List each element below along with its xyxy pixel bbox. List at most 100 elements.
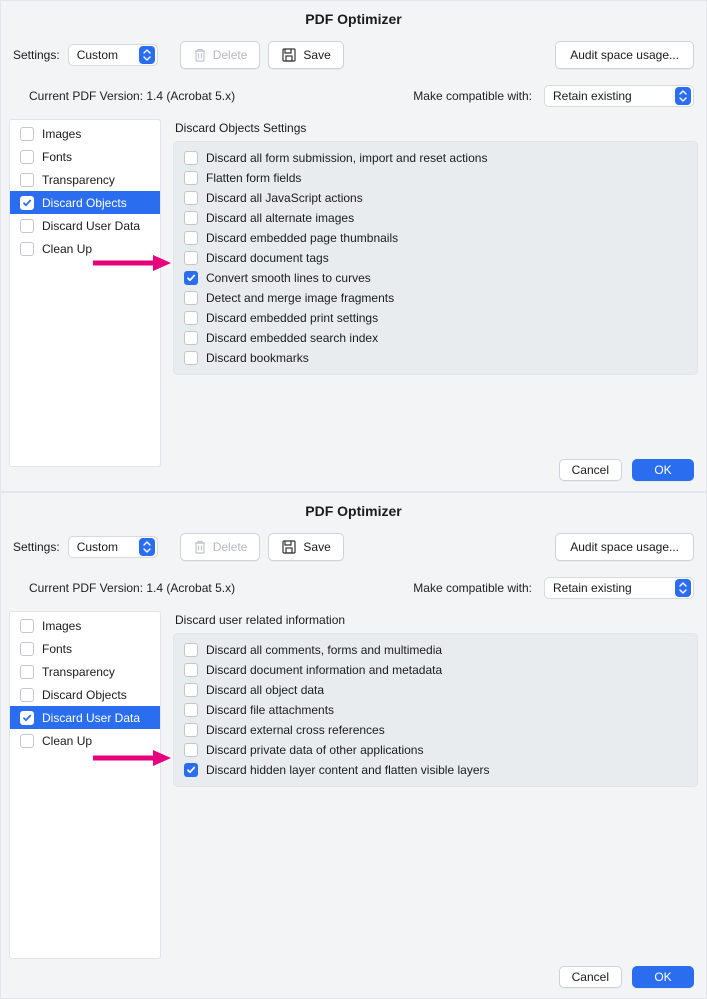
sidebar-item-checkbox[interactable] — [20, 665, 34, 679]
option-row[interactable]: Discard embedded search index — [182, 328, 689, 348]
settings-panel: Discard all comments, forms and multimed… — [173, 633, 698, 787]
option-checkbox[interactable] — [184, 763, 198, 777]
cancel-button[interactable]: Cancel — [559, 966, 622, 988]
settings-label: Settings: — [13, 48, 60, 62]
option-row[interactable]: Discard embedded page thumbnails — [182, 228, 689, 248]
cancel-button[interactable]: Cancel — [559, 459, 622, 481]
audit-space-usage-button[interactable]: Audit space usage... — [555, 41, 694, 69]
delete-button: Delete — [180, 41, 261, 69]
sidebar-item-discard-objects[interactable]: Discard Objects — [10, 683, 160, 706]
sidebar-item-checkbox[interactable] — [20, 642, 34, 656]
compat-select[interactable]: Retain existing — [544, 85, 694, 107]
option-checkbox[interactable] — [184, 231, 198, 245]
compat-label: Make compatible with: — [413, 89, 532, 103]
sidebar-item-discard-user-data[interactable]: Discard User Data — [10, 706, 160, 729]
option-checkbox[interactable] — [184, 151, 198, 165]
settings-select[interactable]: Custom — [68, 536, 158, 558]
sidebar-item-fonts[interactable]: Fonts — [10, 637, 160, 660]
option-row[interactable]: Convert smooth lines to curves — [182, 268, 689, 288]
option-checkbox[interactable] — [184, 171, 198, 185]
sidebar-item-clean-up[interactable]: Clean Up — [10, 729, 160, 752]
option-checkbox[interactable] — [184, 311, 198, 325]
topbar: Settings:CustomDeleteSaveAudit space usa… — [1, 533, 706, 571]
sidebar-item-checkbox[interactable] — [20, 734, 34, 748]
sidebar-item-images[interactable]: Images — [10, 614, 160, 637]
sidebar-item-checkbox[interactable] — [20, 688, 34, 702]
option-row[interactable]: Discard document tags — [182, 248, 689, 268]
dialog-title: PDF Optimizer — [1, 1, 706, 41]
option-checkbox[interactable] — [184, 211, 198, 225]
option-checkbox[interactable] — [184, 331, 198, 345]
option-row[interactable]: Discard all object data — [182, 680, 689, 700]
option-checkbox[interactable] — [184, 723, 198, 737]
sidebar-item-transparency[interactable]: Transparency — [10, 168, 160, 191]
option-checkbox[interactable] — [184, 663, 198, 677]
option-label: Discard hidden layer content and flatten… — [206, 763, 490, 777]
ok-button[interactable]: OK — [632, 459, 694, 481]
sidebar-item-label: Images — [42, 127, 81, 141]
sidebar-item-fonts[interactable]: Fonts — [10, 145, 160, 168]
option-row[interactable]: Discard all JavaScript actions — [182, 188, 689, 208]
option-checkbox[interactable] — [184, 703, 198, 717]
sidebar-item-checkbox[interactable] — [20, 219, 34, 233]
sidebar-item-checkbox[interactable] — [20, 150, 34, 164]
compat-select-value: Retain existing — [553, 89, 675, 103]
compat-select[interactable]: Retain existing — [544, 577, 694, 599]
option-checkbox[interactable] — [184, 191, 198, 205]
option-row[interactable]: Flatten form fields — [182, 168, 689, 188]
option-row[interactable]: Discard all form submission, import and … — [182, 148, 689, 168]
sidebar-item-checkbox[interactable] — [20, 196, 34, 210]
sidebar-item-checkbox[interactable] — [20, 242, 34, 256]
option-label: Detect and merge image fragments — [206, 291, 394, 305]
ok-button[interactable]: OK — [632, 966, 694, 988]
ok-button-label: OK — [654, 463, 671, 477]
current-version-text: Current PDF Version: 1.4 (Acrobat 5.x) — [29, 89, 235, 103]
settings-select[interactable]: Custom — [68, 44, 158, 66]
sidebar-item-label: Transparency — [42, 665, 115, 679]
sidebar-item-discard-user-data[interactable]: Discard User Data — [10, 214, 160, 237]
sidebar-item-checkbox[interactable] — [20, 711, 34, 725]
option-row[interactable]: Discard file attachments — [182, 700, 689, 720]
sidebar-item-transparency[interactable]: Transparency — [10, 660, 160, 683]
sidebar-item-discard-objects[interactable]: Discard Objects — [10, 191, 160, 214]
option-row[interactable]: Discard hidden layer content and flatten… — [182, 760, 689, 780]
sidebar-item-checkbox[interactable] — [20, 619, 34, 633]
option-checkbox[interactable] — [184, 271, 198, 285]
sidebar-item-label: Transparency — [42, 173, 115, 187]
sidebar-item-label: Discard Objects — [42, 196, 127, 210]
option-label: Convert smooth lines to curves — [206, 271, 371, 285]
audit-space-usage-button[interactable]: Audit space usage... — [555, 533, 694, 561]
option-label: Discard document tags — [206, 251, 329, 265]
option-label: Discard embedded search index — [206, 331, 378, 345]
option-label: Flatten form fields — [206, 171, 301, 185]
option-row[interactable]: Discard embedded print settings — [182, 308, 689, 328]
topbar: Settings: Custom Delete Save Audit space usa… — [1, 41, 706, 79]
save-button[interactable]: Save — [268, 41, 343, 69]
option-row[interactable]: Discard external cross references — [182, 720, 689, 740]
option-checkbox[interactable] — [184, 743, 198, 757]
option-row[interactable]: Discard bookmarks — [182, 348, 689, 368]
option-row[interactable]: Detect and merge image fragments — [182, 288, 689, 308]
option-label: Discard all form submission, import and … — [206, 151, 487, 165]
option-checkbox[interactable] — [184, 351, 198, 365]
sidebar-item-checkbox[interactable] — [20, 127, 34, 141]
option-label: Discard document information and metadat… — [206, 663, 442, 677]
sidebar-item-clean-up[interactable]: Clean Up — [10, 237, 160, 260]
option-row[interactable]: Discard all alternate images — [182, 208, 689, 228]
updown-icon — [139, 538, 155, 556]
save-button-label: Save — [303, 48, 330, 62]
sidebar-item-label: Discard User Data — [42, 219, 140, 233]
option-checkbox[interactable] — [184, 683, 198, 697]
option-checkbox[interactable] — [184, 251, 198, 265]
option-row[interactable]: Discard document information and metadat… — [182, 660, 689, 680]
option-row[interactable]: Discard private data of other applicatio… — [182, 740, 689, 760]
option-row[interactable]: Discard all comments, forms and multimed… — [182, 640, 689, 660]
option-label: Discard embedded page thumbnails — [206, 231, 398, 245]
sidebar-item-checkbox[interactable] — [20, 173, 34, 187]
save-button[interactable]: Save — [268, 533, 343, 561]
updown-icon — [675, 87, 691, 105]
option-checkbox[interactable] — [184, 643, 198, 657]
option-checkbox[interactable] — [184, 291, 198, 305]
settings-panel-wrap: Discard Objects SettingsDiscard all form… — [173, 119, 698, 375]
sidebar-item-images[interactable]: Images — [10, 122, 160, 145]
